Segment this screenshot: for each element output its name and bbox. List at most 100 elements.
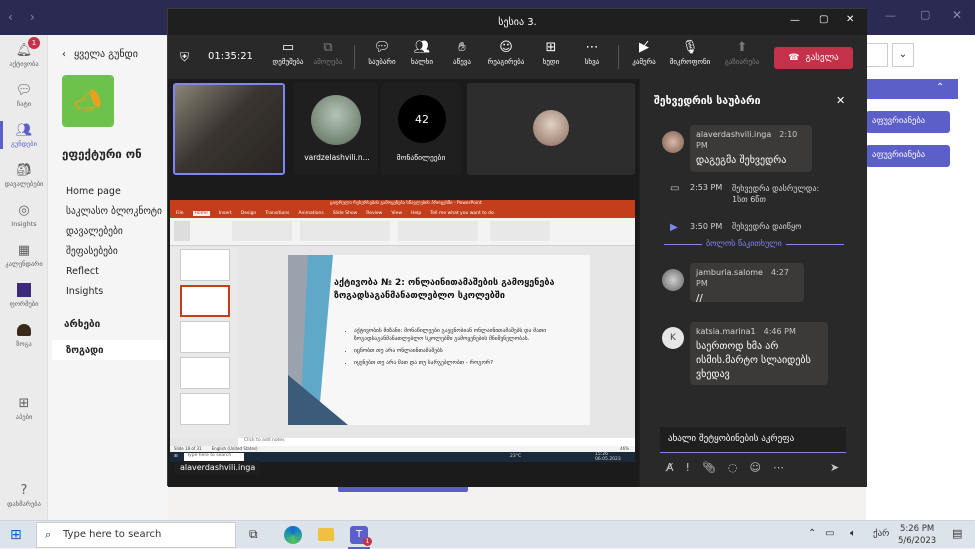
attach-icon[interactable]: 📎︎ [702,461,716,474]
self-video-tile[interactable] [173,83,285,175]
rail-label: ჩატი [16,100,32,108]
participant-tile[interactable]: vardzelashvili.n... [294,83,378,175]
ribbon-tab[interactable]: Help [411,211,421,216]
loop-icon[interactable]: ◌ [728,461,738,474]
participant-tile-2[interactable] [467,83,635,175]
ribbon-tab[interactable]: Home [192,211,210,216]
slide-thumb[interactable] [180,357,230,389]
ribbon-tab[interactable]: Slide Show [333,211,358,216]
ribbon-tab[interactable]: Animations [298,211,323,216]
volume-icon[interactable]: 🔈︎ [850,528,856,539]
help-icon: ? [20,482,28,498]
chevron-up-icon[interactable]: ⌃ [936,82,944,93]
rail-apps[interactable]: ⊞ აპები [0,388,48,428]
tray-button[interactable]: ▭ დემუშება [268,39,308,67]
minimize-icon[interactable]: — [790,15,800,26]
tb-label: რეაგირება [487,58,525,66]
remote-clock: 15:26 06.05.2023 [595,452,621,462]
notes-placeholder[interactable]: Click to add notes [238,438,635,446]
taskbar-search[interactable]: ⌕ Type here to search [36,522,236,548]
maximize-icon[interactable]: ▢ [819,14,828,25]
edge-icon[interactable] [284,526,302,544]
ribbon-tab[interactable]: Transitions [265,211,289,216]
message-author: jamburia.salome [696,268,763,277]
nav-reflect[interactable]: Reflect [66,262,162,282]
ribbon-tab[interactable]: File [176,211,184,216]
shield-icon[interactable]: ⛨ [180,50,189,65]
ribbon-tab[interactable]: Review [366,211,382,216]
task-view-icon[interactable]: ⧉ [249,527,258,542]
chat-button[interactable]: 💬︎ საუბარი [362,39,402,67]
rail-help[interactable]: ? დახმარება [0,475,48,515]
channel-general[interactable]: ზოგადი [52,340,168,360]
slide-bullet: იცნობთ თუ არა ონლაინთამაშებს [354,347,578,355]
up-arrow-icon[interactable]: ⌃ [808,528,816,539]
nav-insights[interactable]: Insights [66,282,162,302]
input-language[interactable]: ქარ [873,529,889,539]
join-button-2[interactable]: აფუვრიანება [866,145,950,167]
avatar [662,131,684,153]
slide-thumb[interactable] [180,249,230,281]
ribbon-tab[interactable]: View [391,211,402,216]
chat-message: katsia.marina1 4:46 PM საერთოდ ხმა არ ისმ… [690,322,828,385]
participant-avatar [533,110,569,146]
raise-hand-button[interactable]: ✋︎ აწევა [442,39,482,67]
format-icon[interactable]: A̸ [666,461,674,474]
nav-assignments[interactable]: დავალებები [66,222,162,242]
team-avatar: 📣︎ [62,75,114,127]
camera-button[interactable]: ▶̸ კამერა [624,39,664,67]
share-button[interactable]: ⬆ გაზიარება [722,39,762,67]
ribbon-tab[interactable]: Tell me what you want to do [430,211,494,216]
join-button-1[interactable]: აფუვრიანება [866,111,950,133]
close-icon[interactable]: ✕ [836,94,845,107]
send-icon[interactable]: ➤ [830,461,839,474]
back-to-teams[interactable]: ‹ ყველა გუნდი [62,49,138,60]
rail-forms[interactable]: ფორმები [0,275,48,315]
maximize-icon[interactable]: ▢ [920,8,930,21]
people-button[interactable]: 👥︎ ხალხი [402,39,442,67]
shared-screen[interactable]: ციფრული რესურსების გამოყენება სწავლების … [170,200,635,462]
react-button[interactable]: ☺ რეაგირება [486,39,526,67]
notification-icon[interactable]: ▤ [952,527,962,540]
rail-insights[interactable]: ◎ Insights [0,195,48,235]
ribbon-tab[interactable]: Insert [219,211,232,216]
nav-home[interactable]: Home page [66,182,162,202]
slide-thumb-active[interactable] [180,285,230,317]
emoji-icon[interactable]: ☺ [750,461,761,474]
file-explorer-icon[interactable] [318,528,334,541]
mic-button[interactable]: 🎙︎ მიკროფონი [670,39,711,67]
view-button[interactable]: ⊞ ხედი [531,39,571,67]
react-icon: ☺ [499,39,513,55]
rail-assignments[interactable]: 🎒︎ დავალებები [0,155,48,195]
compose-input[interactable]: ახალი შეტყობინების აკრეფა [660,427,846,453]
priority-icon[interactable]: ! [686,461,690,474]
more-icon[interactable]: ⋯ [773,461,784,474]
ppt-ribbon [170,218,635,246]
nav-grades[interactable]: შეფასებები [66,242,162,262]
slide-thumb[interactable] [180,393,230,425]
popout-button[interactable]: ⧉ ამოღება [308,39,348,67]
paste-icon[interactable] [174,221,190,241]
close-icon[interactable]: ✕ [846,14,854,25]
rail-teams[interactable]: 👥︎ გუნდები [0,115,48,155]
rail-activity[interactable]: 🔔︎ 1 აქტივობა [0,35,48,75]
rail-chat[interactable]: 💬︎ ჩატი [0,75,48,115]
participants-count-tile[interactable]: 42 მონაწილეები [381,83,461,175]
taskbar-clock[interactable]: 5:26 PM 5/6/2023 [898,523,936,547]
back-arrow-icon[interactable]: ‹ [8,10,13,24]
rail-calendar[interactable]: ▦ კალენდარი [0,235,48,275]
slide-canvas[interactable]: აქტივობა № 2: ონლაინითამაშების გამოყენებ… [288,255,590,425]
slide-thumb[interactable] [180,321,230,353]
megaphone-icon: 📣︎ [74,88,102,114]
leave-button[interactable]: ☎ გასვლა [774,47,853,69]
close-icon[interactable]: ✕ [952,8,962,22]
forward-arrow-icon[interactable]: › [30,10,35,24]
minimize-icon[interactable]: — [885,9,896,22]
more-button[interactable]: ⋯ სხვა [572,39,612,67]
rail-app[interactable]: ზოგა [0,315,48,355]
network-icon[interactable]: ▭ [825,528,834,539]
chevron-down-icon[interactable]: ⌄ [892,43,914,67]
ribbon-tab[interactable]: Design [241,211,257,216]
windows-start-icon[interactable]: ⊞ [10,527,22,543]
nav-notebook[interactable]: საკლასო ბლოკნოტი [66,202,162,222]
